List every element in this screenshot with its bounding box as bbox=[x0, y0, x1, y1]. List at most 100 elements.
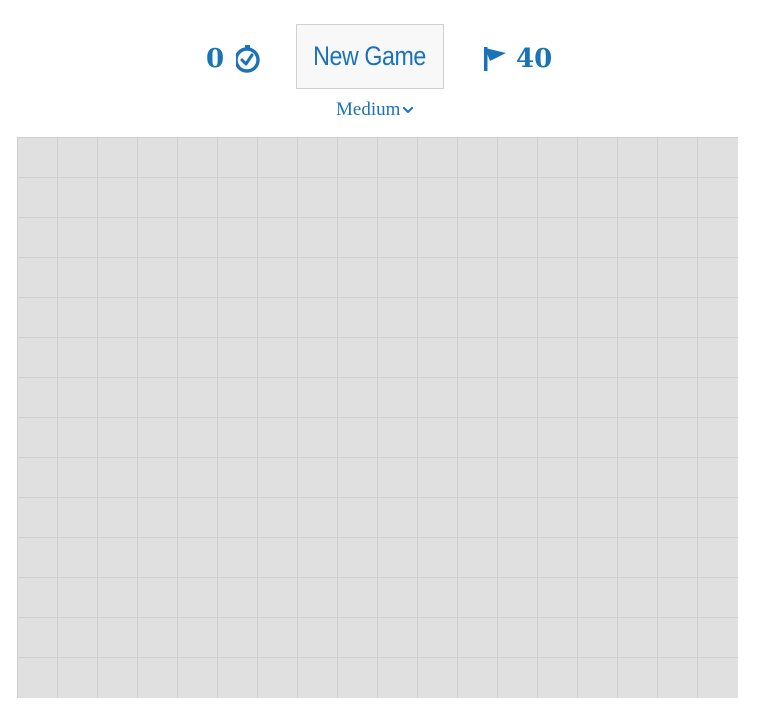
board-cell[interactable] bbox=[458, 458, 498, 498]
board-cell[interactable] bbox=[218, 458, 258, 498]
board-cell[interactable] bbox=[498, 298, 538, 338]
board-cell[interactable] bbox=[378, 578, 418, 618]
board-cell[interactable] bbox=[578, 338, 618, 378]
board-cell[interactable] bbox=[498, 578, 538, 618]
board-cell[interactable] bbox=[258, 218, 298, 258]
board-cell[interactable] bbox=[178, 178, 218, 218]
board-cell[interactable] bbox=[298, 538, 338, 578]
board-cell[interactable] bbox=[298, 218, 338, 258]
board-cell[interactable] bbox=[338, 218, 378, 258]
board-cell[interactable] bbox=[178, 538, 218, 578]
board-cell[interactable] bbox=[18, 338, 58, 378]
board-cell[interactable] bbox=[618, 298, 658, 338]
board-cell[interactable] bbox=[178, 338, 218, 378]
board-cell[interactable] bbox=[538, 458, 578, 498]
board-cell[interactable] bbox=[618, 338, 658, 378]
board-cell[interactable] bbox=[258, 578, 298, 618]
board-cell[interactable] bbox=[58, 658, 98, 698]
board-cell[interactable] bbox=[658, 458, 698, 498]
board-cell[interactable] bbox=[298, 338, 338, 378]
board-cell[interactable] bbox=[458, 378, 498, 418]
board-cell[interactable] bbox=[698, 338, 738, 378]
board-cell[interactable] bbox=[658, 658, 698, 698]
board-cell[interactable] bbox=[538, 298, 578, 338]
board-cell[interactable] bbox=[138, 218, 178, 258]
board-cell[interactable] bbox=[618, 138, 658, 178]
board-cell[interactable] bbox=[658, 618, 698, 658]
board-cell[interactable] bbox=[138, 338, 178, 378]
board-cell[interactable] bbox=[138, 458, 178, 498]
board-cell[interactable] bbox=[498, 658, 538, 698]
board-cell[interactable] bbox=[458, 538, 498, 578]
board-cell[interactable] bbox=[378, 458, 418, 498]
board-cell[interactable] bbox=[58, 458, 98, 498]
board-cell[interactable] bbox=[138, 178, 178, 218]
board-cell[interactable] bbox=[418, 178, 458, 218]
board-cell[interactable] bbox=[338, 178, 378, 218]
board-cell[interactable] bbox=[538, 218, 578, 258]
board-cell[interactable] bbox=[218, 298, 258, 338]
board-cell[interactable] bbox=[498, 418, 538, 458]
board-cell[interactable] bbox=[98, 538, 138, 578]
board-cell[interactable] bbox=[58, 418, 98, 458]
board-cell[interactable] bbox=[578, 658, 618, 698]
board-cell[interactable] bbox=[138, 258, 178, 298]
board-cell[interactable] bbox=[538, 618, 578, 658]
board-cell[interactable] bbox=[658, 578, 698, 618]
board-cell[interactable] bbox=[18, 178, 58, 218]
board-cell[interactable] bbox=[658, 258, 698, 298]
board-cell[interactable] bbox=[298, 298, 338, 338]
board-cell[interactable] bbox=[58, 138, 98, 178]
board-cell[interactable] bbox=[498, 338, 538, 378]
board-cell[interactable] bbox=[258, 298, 298, 338]
board-cell[interactable] bbox=[18, 578, 58, 618]
board-cell[interactable] bbox=[538, 378, 578, 418]
board-cell[interactable] bbox=[538, 578, 578, 618]
board-cell[interactable] bbox=[18, 498, 58, 538]
board-cell[interactable] bbox=[378, 538, 418, 578]
board-cell[interactable] bbox=[218, 578, 258, 618]
board-cell[interactable] bbox=[698, 298, 738, 338]
board-cell[interactable] bbox=[698, 498, 738, 538]
board-cell[interactable] bbox=[658, 338, 698, 378]
board-cell[interactable] bbox=[298, 418, 338, 458]
board-cell[interactable] bbox=[698, 258, 738, 298]
board-cell[interactable] bbox=[98, 298, 138, 338]
board-cell[interactable] bbox=[578, 378, 618, 418]
board-cell[interactable] bbox=[178, 218, 218, 258]
board-cell[interactable] bbox=[18, 218, 58, 258]
board-cell[interactable] bbox=[258, 258, 298, 298]
board-cell[interactable] bbox=[658, 178, 698, 218]
board-cell[interactable] bbox=[18, 458, 58, 498]
board-cell[interactable] bbox=[618, 538, 658, 578]
board-cell[interactable] bbox=[458, 338, 498, 378]
board-cell[interactable] bbox=[498, 458, 538, 498]
board-cell[interactable] bbox=[298, 658, 338, 698]
board-cell[interactable] bbox=[178, 458, 218, 498]
board-cell[interactable] bbox=[458, 258, 498, 298]
board-cell[interactable] bbox=[458, 218, 498, 258]
board-cell[interactable] bbox=[618, 498, 658, 538]
board-cell[interactable] bbox=[578, 258, 618, 298]
board-cell[interactable] bbox=[298, 258, 338, 298]
board-cell[interactable] bbox=[378, 138, 418, 178]
board-cell[interactable] bbox=[498, 218, 538, 258]
board-cell[interactable] bbox=[258, 378, 298, 418]
board-cell[interactable] bbox=[658, 538, 698, 578]
board-cell[interactable] bbox=[178, 658, 218, 698]
difficulty-select[interactable]: Medium bbox=[336, 99, 414, 121]
board-cell[interactable] bbox=[378, 498, 418, 538]
board-cell[interactable] bbox=[618, 218, 658, 258]
board-cell[interactable] bbox=[458, 418, 498, 458]
board-cell[interactable] bbox=[498, 378, 538, 418]
board-cell[interactable] bbox=[258, 538, 298, 578]
board-cell[interactable] bbox=[378, 418, 418, 458]
board-cell[interactable] bbox=[258, 418, 298, 458]
board-cell[interactable] bbox=[218, 538, 258, 578]
board-cell[interactable] bbox=[578, 178, 618, 218]
board-cell[interactable] bbox=[218, 658, 258, 698]
board-cell[interactable] bbox=[498, 498, 538, 538]
board-cell[interactable] bbox=[498, 138, 538, 178]
board-cell[interactable] bbox=[178, 418, 218, 458]
board-cell[interactable] bbox=[178, 498, 218, 538]
